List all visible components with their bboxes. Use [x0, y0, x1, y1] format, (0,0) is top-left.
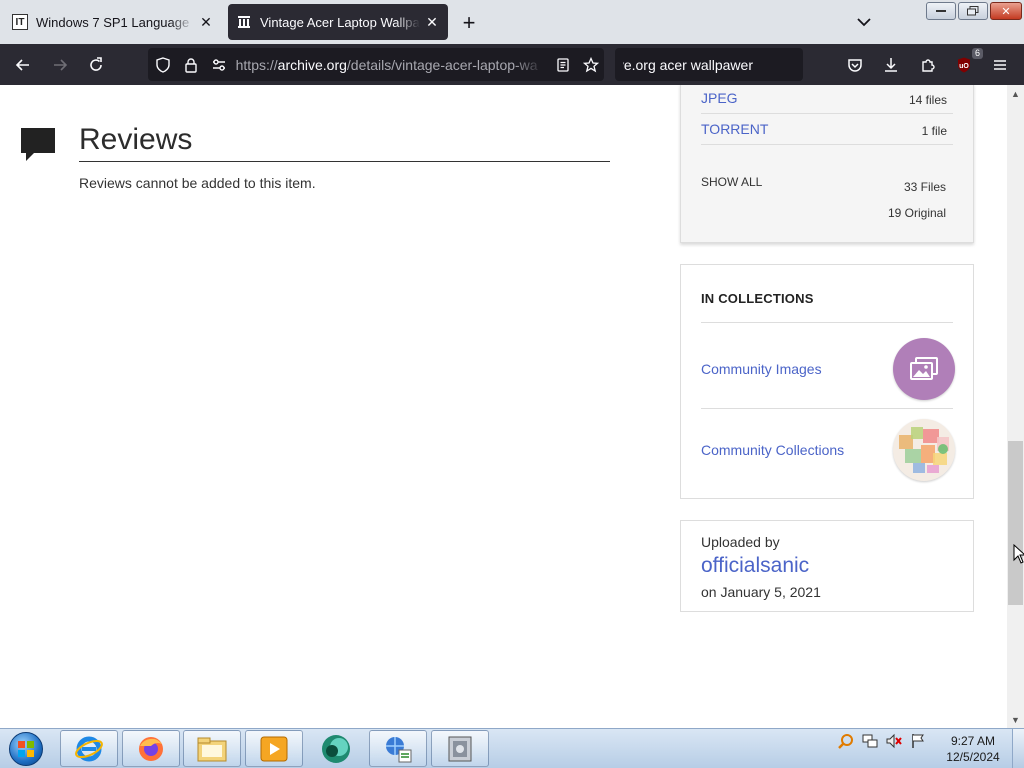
close-window-button[interactable]: ✕ — [990, 2, 1022, 20]
downloads-icon[interactable] — [878, 52, 904, 78]
hamburger-menu-icon[interactable] — [987, 52, 1013, 78]
app-globe-icon[interactable] — [307, 730, 365, 767]
uploader-link[interactable]: officialsanic — [701, 554, 809, 578]
file-explorer-icon[interactable] — [183, 730, 241, 767]
reader-view-icon[interactable] — [550, 52, 576, 78]
file-format-row: TORRENT 1 file — [701, 114, 953, 145]
uploader-panel: Uploaded by officialsanic on January 5, … — [680, 520, 974, 612]
windows-logo-icon — [9, 732, 43, 766]
firefox-icon[interactable] — [122, 730, 180, 767]
media-player-icon[interactable] — [245, 730, 303, 767]
search-input[interactable]: archive.org acer wallpawer — [623, 57, 753, 73]
archive-favicon-icon — [236, 14, 252, 30]
clock-date: 12/5/2024 — [946, 750, 1000, 764]
uploaded-by-label: Uploaded by — [701, 534, 780, 550]
tab-title: Windows 7 SP1 Language Pack — [36, 14, 194, 30]
collection-link-community-collections[interactable]: Community Collections — [701, 442, 844, 458]
clock-time: 9:27 AM — [950, 734, 996, 748]
format-link-jpeg[interactable]: JPEG — [701, 90, 738, 106]
action-center-flag-icon[interactable] — [910, 733, 926, 749]
original-files-count: 19 Original — [887, 206, 946, 220]
navigation-toolbar: https://archive.org/details/vintage-acer… — [0, 44, 1024, 85]
url-scheme: https:// — [235, 56, 278, 73]
minimize-button[interactable] — [926, 2, 956, 20]
internet-explorer-icon[interactable] — [60, 730, 118, 767]
permissions-sliders-icon[interactable] — [206, 52, 232, 78]
extension-badge: 6 — [971, 48, 983, 59]
search-magnifier-tray-icon[interactable] — [838, 733, 854, 749]
reviews-divider — [79, 161, 610, 162]
mouse-cursor-icon — [1013, 544, 1024, 564]
tracking-protection-shield-icon[interactable] — [150, 52, 176, 78]
reviews-note: Reviews cannot be added to this item. — [79, 175, 316, 191]
address-bar[interactable]: https://archive.org/details/vintage-acer… — [148, 48, 604, 81]
upload-date: on January 5, 2021 — [701, 584, 821, 600]
scroll-down-arrow-icon[interactable]: ▼ — [1007, 711, 1024, 728]
format-link-torrent[interactable]: TORRENT — [701, 121, 768, 137]
volume-muted-tray-icon[interactable] — [886, 733, 902, 749]
collection-link-community-images[interactable]: Community Images — [701, 361, 822, 377]
total-files-count: 33 Files — [903, 180, 946, 194]
system-app-icon[interactable] — [431, 730, 489, 767]
new-tab-button[interactable]: + — [456, 10, 482, 36]
speech-bubble-icon — [21, 128, 55, 161]
lock-icon[interactable] — [178, 52, 204, 78]
tab-windows-7-language-pack[interactable]: IT Windows 7 SP1 Language Pack ✕ — [4, 4, 222, 40]
forward-arrow-icon[interactable] — [47, 52, 73, 78]
system-tray — [838, 733, 926, 749]
back-arrow-icon[interactable] — [10, 52, 36, 78]
download-options-panel: JPEG 14 files TORRENT 1 file SHOW ALL 33… — [680, 85, 974, 243]
tab-strip: IT Windows 7 SP1 Language Pack ✕ Vintage… — [0, 0, 1024, 44]
file-format-row: JPEG 14 files — [701, 85, 953, 114]
divider — [701, 408, 953, 409]
reload-icon[interactable] — [83, 52, 109, 78]
collections-panel: IN COLLECTIONS Community Images Communit… — [680, 264, 974, 499]
pocket-icon[interactable] — [842, 52, 868, 78]
svg-text:uO: uO — [959, 63, 969, 70]
network-task-icon[interactable] — [369, 730, 427, 767]
collections-heading: IN COLLECTIONS — [701, 291, 814, 306]
close-tab-icon[interactable]: ✕ — [198, 14, 214, 30]
network-tray-icon[interactable] — [862, 733, 878, 749]
extensions-puzzle-icon[interactable] — [915, 52, 941, 78]
start-button[interactable] — [4, 730, 48, 768]
tab-vintage-acer-wallpapers[interactable]: Vintage Acer Laptop Wallpapers ✕ — [228, 4, 448, 40]
vertical-scrollbar[interactable]: ▲ ▼ — [1007, 85, 1024, 728]
show-desktop-button[interactable] — [1012, 729, 1024, 768]
bookmark-star-icon[interactable] — [578, 52, 604, 78]
page-content: Reviews Reviews cannot be added to this … — [0, 85, 1007, 728]
windows-taskbar: 9:27 AM 12/5/2024 — [0, 728, 1024, 768]
collage-icon[interactable] — [893, 419, 955, 481]
tab-title: Vintage Acer Laptop Wallpapers — [260, 14, 420, 30]
search-bar[interactable]: archive.org acer wallpawer — [615, 48, 803, 84]
url-text[interactable]: https://archive.org/details/vintage-acer… — [236, 57, 545, 73]
list-all-tabs-chevron-down-icon[interactable] — [852, 12, 876, 32]
window-controls: ✕ — [926, 2, 1022, 20]
reviews-heading: Reviews — [79, 123, 193, 156]
itpro-favicon-icon: IT — [12, 14, 28, 30]
format-count: 1 file — [921, 124, 947, 138]
divider — [701, 322, 953, 323]
taskbar-clock[interactable]: 9:27 AM 12/5/2024 — [940, 733, 1006, 765]
image-gallery-icon[interactable] — [893, 338, 955, 400]
format-count: 14 files — [908, 93, 947, 107]
close-tab-icon[interactable]: ✕ — [424, 14, 440, 30]
scroll-up-arrow-icon[interactable]: ▲ — [1007, 85, 1024, 102]
url-host: archive.org — [277, 56, 347, 73]
show-all-files-link[interactable]: SHOW ALL — [701, 175, 762, 189]
restore-button[interactable] — [958, 2, 988, 20]
scrollbar-thumb[interactable] — [1008, 441, 1023, 605]
url-path: /details/vintage-acer-laptop-wa — [346, 56, 538, 73]
ublock-origin-icon[interactable]: uO 6 — [951, 48, 983, 78]
